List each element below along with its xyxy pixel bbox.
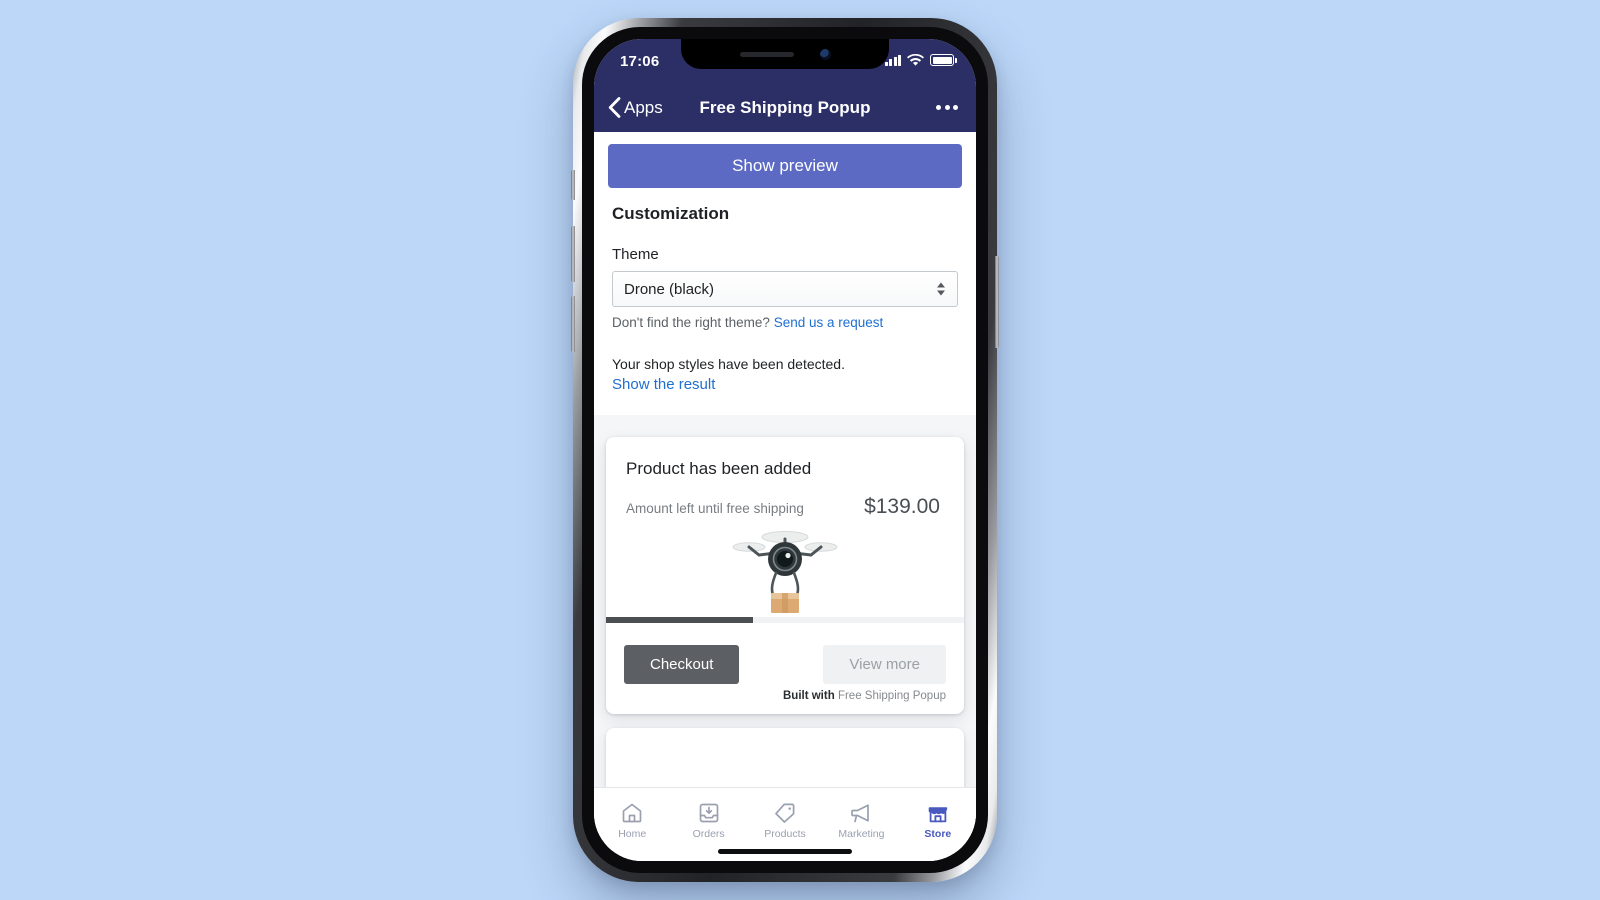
show-preview-button[interactable]: Show preview [608, 144, 962, 188]
status-bar-icons [884, 53, 957, 69]
tab-marketing[interactable]: Marketing [823, 788, 899, 845]
battery-icon [930, 54, 957, 66]
theme-hint-text: Don't find the right theme? [612, 315, 770, 330]
built-with-prefix: Built with [782, 690, 835, 702]
tab-marketing-label: Marketing [838, 828, 885, 840]
popup-amount: $139.00 [864, 495, 940, 518]
navigation-bar: Apps Free Shipping Popup [594, 83, 976, 132]
products-tag-icon [775, 803, 795, 823]
home-indicator[interactable] [718, 849, 852, 854]
theme-select[interactable]: Drone (black) [612, 271, 958, 307]
shop-styles-detected: Your shop styles have been detected. Sho… [612, 356, 958, 393]
notch [681, 39, 889, 69]
phone-screen: 17:06 Apps Free Shipping Popup Show prev… [594, 39, 976, 861]
show-the-result-link[interactable]: Show the result [612, 376, 958, 393]
earpiece-speaker-icon [739, 51, 794, 57]
tab-products-label: Products [764, 828, 806, 840]
storefront-icon [928, 807, 948, 823]
tab-home-label: Home [618, 828, 647, 840]
orders-icon [699, 803, 718, 823]
more-dot [944, 105, 950, 110]
stepper-updown-icon [937, 282, 945, 296]
tab-products[interactable]: Products [747, 788, 823, 845]
more-dot [936, 105, 941, 110]
volume-up-button[interactable] [571, 226, 575, 282]
power-button[interactable] [995, 256, 999, 348]
preview-button-section: Show preview [594, 132, 976, 200]
megaphone-icon [851, 804, 870, 823]
wifi-icon [907, 53, 924, 66]
popup-title: Product has been added [626, 459, 812, 478]
more-options-button[interactable] [936, 105, 976, 110]
tab-orders-label: Orders [692, 828, 725, 840]
view-more-button[interactable]: View more [823, 645, 946, 684]
customization-heading: Customization [612, 204, 730, 223]
built-with-credit: Built with Free Shipping Popup [606, 690, 964, 714]
back-label: Apps [624, 97, 663, 117]
chevron-left-icon [608, 97, 621, 118]
tab-orders[interactable]: Orders [670, 788, 746, 845]
popup-subtitle-row: Amount left until free shipping $139.00 [626, 495, 944, 519]
theme-hint: Don't find the right theme? Send us a re… [612, 315, 958, 330]
tab-store-label: Store [924, 828, 952, 840]
checkout-button[interactable]: Checkout [624, 645, 740, 684]
popup-preview-card: Product has been added Amount left until… [606, 437, 964, 714]
popup-actions: Checkout View more [606, 623, 964, 690]
status-bar-time: 17:06 [620, 52, 660, 70]
drone-illustration-stage [606, 519, 964, 617]
volume-down-button[interactable] [571, 296, 575, 352]
send-us-a-request-link[interactable]: Send us a request [774, 315, 884, 330]
home-icon [622, 803, 642, 823]
phone-device-frame: 17:06 Apps Free Shipping Popup Show prev… [571, 18, 999, 882]
theme-select-value: Drone (black) [624, 280, 715, 298]
tab-store[interactable]: Store [900, 788, 976, 845]
customization-section: Customization Theme Drone (black) Don't … [594, 200, 976, 415]
shop-styles-detected-text: Your shop styles have been detected. [612, 356, 845, 372]
popup-subtitle: Amount left until free shipping [626, 501, 804, 516]
theme-field-label: Theme [612, 246, 659, 263]
mute-switch[interactable] [571, 170, 575, 200]
tab-home[interactable]: Home [594, 788, 670, 845]
app-content-scroll[interactable]: Show preview Customization Theme Drone (… [594, 132, 976, 861]
built-with-app-name: Free Shipping Popup [837, 690, 946, 702]
popup-header: Product has been added Amount left until… [606, 437, 964, 519]
drone-delivery-icon [732, 531, 838, 613]
back-to-apps-button[interactable]: Apps [594, 97, 663, 118]
front-camera-icon [819, 48, 831, 60]
more-dot [953, 105, 958, 110]
